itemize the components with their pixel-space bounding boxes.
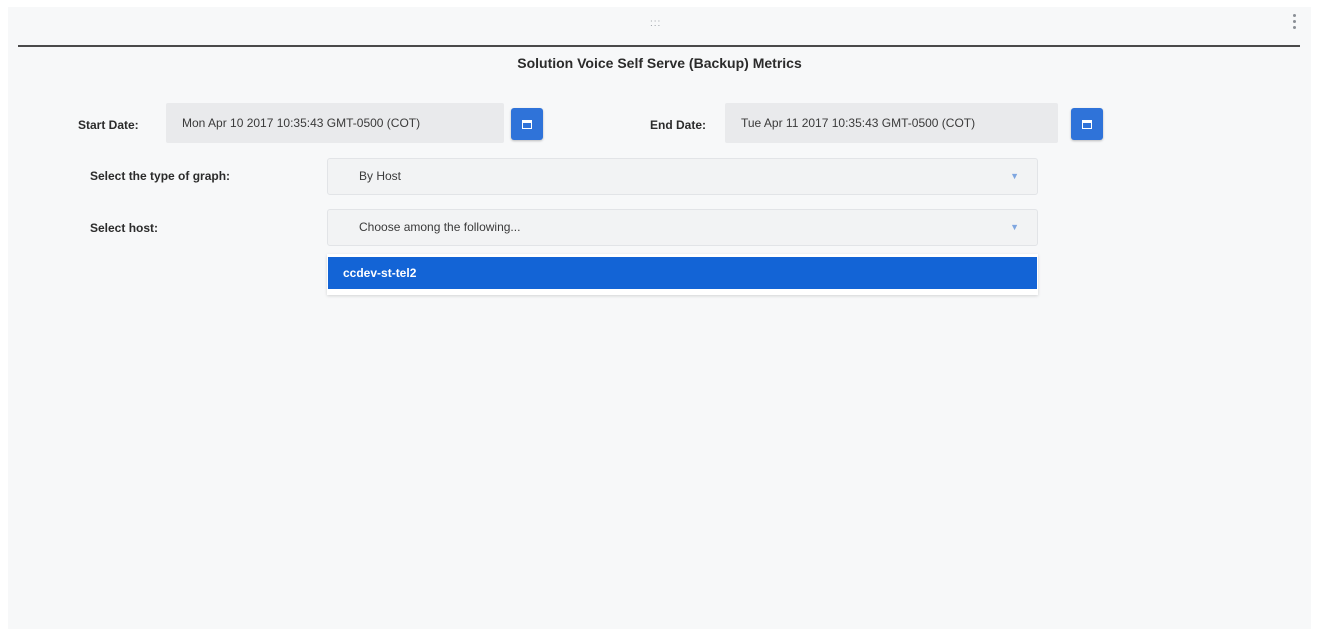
- header-divider: [18, 45, 1300, 47]
- end-date-label: End Date:: [650, 118, 707, 132]
- host-option-ccdev-st-tel2[interactable]: ccdev-st-tel2: [328, 257, 1037, 289]
- graph-type-selected-value: By Host: [359, 169, 402, 183]
- page-title: Solution Voice Self Serve (Backup) Metri…: [517, 55, 802, 71]
- kebab-menu-icon[interactable]: [1293, 14, 1297, 29]
- end-date-calendar-button[interactable]: [1071, 108, 1103, 140]
- chevron-down-icon: ▼: [1010, 171, 1019, 181]
- start-date-calendar-button[interactable]: [511, 108, 543, 140]
- end-date-input[interactable]: Tue Apr 11 2017 10:35:43 GMT-0500 (COT): [725, 103, 1058, 143]
- host-select[interactable]: Choose among the following... ▼: [327, 209, 1038, 246]
- graph-type-select[interactable]: By Host ▼: [327, 158, 1038, 195]
- start-date-label: Start Date:: [78, 118, 139, 132]
- metrics-panel: ::: Solution Voice Self Serve (Backup) M…: [8, 7, 1311, 629]
- calendar-icon: [1082, 120, 1092, 129]
- host-select-placeholder: Choose among the following...: [359, 220, 521, 234]
- chevron-down-icon: ▼: [1010, 222, 1019, 232]
- start-date-input[interactable]: Mon Apr 10 2017 10:35:43 GMT-0500 (COT): [166, 103, 504, 143]
- drag-handle-icon[interactable]: :::: [650, 18, 661, 29]
- host-dropdown-list: ccdev-st-tel2: [327, 254, 1038, 295]
- calendar-icon: [522, 120, 532, 129]
- graph-type-label: Select the type of graph:: [90, 169, 231, 183]
- host-label: Select host:: [90, 221, 159, 235]
